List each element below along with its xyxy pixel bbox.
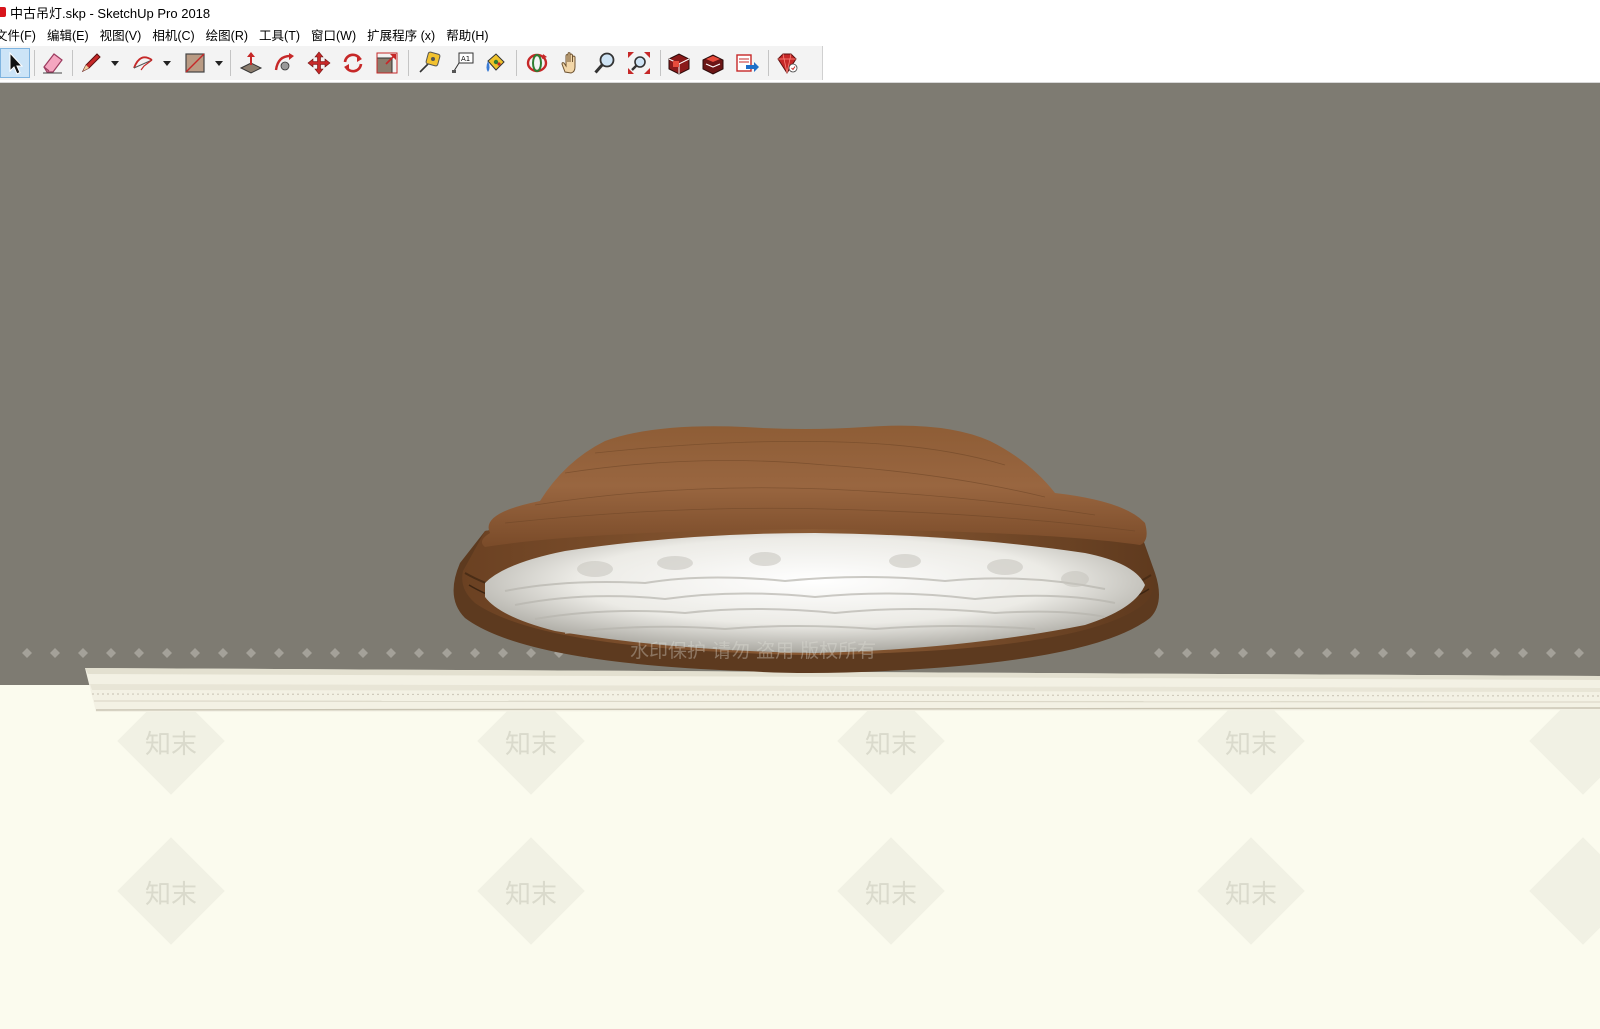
sketchup-logo-icon — [0, 7, 6, 17]
scale-tool-button[interactable] — [372, 48, 402, 78]
magnifier-icon — [594, 52, 615, 74]
watermark-brand: 知末 — [1224, 730, 1277, 760]
model-viewport[interactable]: 知末 知末 知末 知末 知末 知末 知末 知末 水印保护 请勿 盗用 版权所有 — [0, 83, 1600, 1029]
toolbar-separator — [408, 50, 409, 76]
toolbar-separator — [72, 50, 73, 76]
svg-text:A1: A1 — [461, 55, 470, 63]
main-toolbar: A1 — [0, 44, 1600, 83]
orbit-icon — [526, 53, 548, 73]
tape-measure-icon — [419, 51, 441, 73]
chevron-down-icon[interactable] — [214, 58, 224, 68]
3d-warehouse-button[interactable] — [664, 48, 694, 78]
menu-help[interactable]: 帮助(H) — [441, 25, 494, 44]
extension-warehouse-button[interactable] — [698, 48, 728, 78]
sketchup-window: 中古吊灯.skp - SketchUp Pro 2018 文件(F) 编辑(E)… — [0, 0, 1600, 1029]
rectangle-icon — [185, 53, 205, 73]
push-pull-icon — [239, 52, 263, 74]
watermark-brand: 知末 — [504, 730, 557, 760]
menu-bar: 文件(F) 编辑(E) 视图(V) 相机(C) 绘图(R) 工具(T) 窗口(W… — [0, 24, 1600, 44]
send-to-layout-icon — [736, 54, 759, 72]
watermark-text: 水印保护 请勿 盗用 版权所有 — [630, 640, 877, 662]
toolbar-separator — [660, 50, 661, 76]
chevron-down-icon[interactable] — [162, 58, 172, 68]
zoom-tool-button[interactable] — [590, 48, 620, 78]
menu-tools[interactable]: 工具(T) — [254, 25, 306, 44]
orbit-tool-button[interactable] — [522, 48, 552, 78]
warehouse-icon — [668, 53, 690, 75]
watermark-brand: 知末 — [864, 880, 917, 910]
scale-icon — [376, 52, 398, 74]
paint-bucket-tool-button[interactable] — [480, 48, 510, 78]
ruby-console-button[interactable] — [772, 48, 802, 78]
menu-window[interactable]: 窗口(W) — [306, 25, 362, 44]
line-tool-button[interactable] — [76, 48, 106, 78]
pencil-icon — [81, 53, 101, 73]
move-arrows-icon — [307, 51, 331, 75]
extension-warehouse-icon — [702, 54, 724, 75]
zoom-extents-tool-button[interactable] — [624, 48, 654, 78]
text-tool-button[interactable]: A1 — [448, 48, 478, 78]
eraser-tool-button[interactable] — [38, 48, 68, 78]
menu-view[interactable]: 视图(V) — [95, 25, 148, 44]
toolbar-separator — [768, 50, 769, 76]
eraser-icon — [43, 53, 63, 74]
rotate-tool-button[interactable] — [338, 48, 368, 78]
menu-extensions[interactable]: 扩展程序 (x) — [362, 25, 441, 44]
select-tool-button[interactable] — [0, 48, 30, 78]
title-bar: 中古吊灯.skp - SketchUp Pro 2018 — [0, 0, 1600, 24]
zoom-extents-icon — [628, 52, 650, 74]
paint-bucket-icon — [486, 53, 505, 72]
pan-tool-button[interactable] — [556, 48, 586, 78]
follow-me-icon — [274, 53, 294, 71]
ruby-gem-icon — [777, 53, 798, 74]
rectangle-tool-button[interactable] — [180, 48, 210, 78]
arc-icon — [133, 56, 153, 71]
follow-me-tool-button[interactable] — [270, 48, 300, 78]
tape-measure-tool-button[interactable] — [414, 48, 444, 78]
arc-tool-button[interactable] — [128, 48, 158, 78]
move-tool-button[interactable] — [304, 48, 334, 78]
send-to-layout-button[interactable] — [732, 48, 762, 78]
watermark-brand: 知末 — [1224, 880, 1277, 910]
ground-plane — [0, 685, 1600, 1029]
toolbar-separator — [34, 50, 35, 76]
menu-camera[interactable]: 相机(C) — [147, 25, 200, 44]
text-a1-icon: A1 — [452, 52, 474, 73]
menu-edit[interactable]: 编辑(E) — [42, 25, 95, 44]
watermark-brand: 知末 — [504, 880, 557, 910]
rotate-icon — [343, 53, 363, 73]
toolbar-separator — [516, 50, 517, 76]
arrow-cursor-icon — [9, 51, 24, 75]
menu-file[interactable]: 文件(F) — [0, 25, 42, 44]
push-pull-tool-button[interactable] — [236, 48, 266, 78]
watermark-brand: 知末 — [144, 730, 197, 760]
watermark-brand: 知末 — [864, 730, 917, 760]
window-title: 中古吊灯.skp - SketchUp Pro 2018 — [10, 5, 211, 21]
chevron-down-icon[interactable] — [110, 58, 120, 68]
menu-draw[interactable]: 绘图(R) — [201, 25, 254, 44]
toolbar-separator — [230, 50, 231, 76]
watermark-brand: 知末 — [144, 880, 197, 910]
hand-icon — [561, 52, 576, 74]
